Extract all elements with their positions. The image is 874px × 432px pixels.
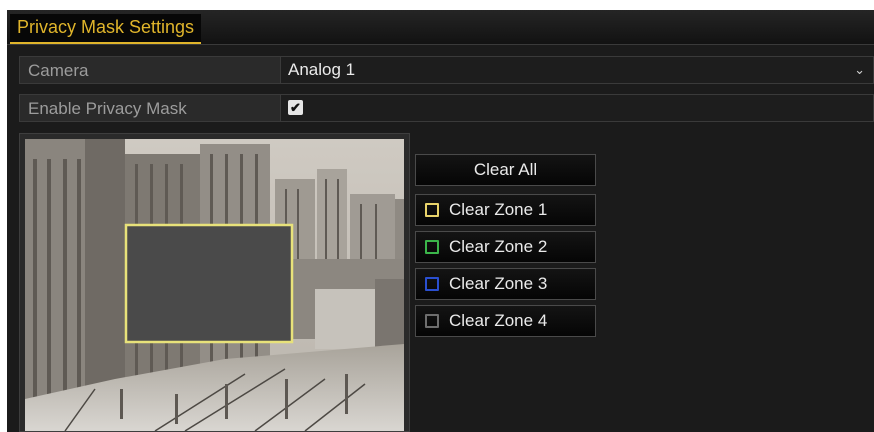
camera-row: Camera Analog 1 ⌄ [19,56,874,84]
enable-privacy-mask-row: Enable Privacy Mask ✔ [19,94,874,122]
camera-preview[interactable] [25,139,404,431]
clear-zone-4-button[interactable]: Clear Zone 4 [415,305,596,337]
clear-zone-2-label: Clear Zone 2 [449,237,548,256]
enable-privacy-mask-label: Enable Privacy Mask [28,99,187,118]
page-title-tab[interactable]: Privacy Mask Settings [10,14,202,44]
enable-privacy-mask-cell: ✔ [280,95,873,121]
zone-1-color-swatch [425,203,439,217]
chevron-down-icon[interactable]: ⌄ [854,57,865,83]
camera-label: Camera [28,61,89,80]
camera-preview-image [25,139,404,431]
clear-zone-3-label: Clear Zone 3 [449,274,548,293]
title-bar: Privacy Mask Settings [7,10,874,45]
enable-privacy-mask-checkbox[interactable]: ✔ [288,100,303,115]
camera-preview-frame [19,133,410,432]
privacy-mask-zone-1[interactable] [124,223,294,344]
checkmark-icon: ✔ [290,100,301,115]
clear-all-button[interactable]: Clear All [415,154,596,186]
clear-zone-1-label: Clear Zone 1 [449,200,548,219]
clear-zone-1-button[interactable]: Clear Zone 1 [415,194,596,226]
zone-3-color-swatch [425,277,439,291]
clear-zone-2-button[interactable]: Clear Zone 2 [415,231,596,263]
zone-2-color-swatch [425,240,439,254]
privacy-mask-settings-window: Privacy Mask Settings Camera Analog 1 ⌄ … [7,10,874,432]
clear-zone-3-button[interactable]: Clear Zone 3 [415,268,596,300]
zone-4-color-swatch [425,314,439,328]
camera-select-value: Analog 1 [288,60,356,79]
camera-select[interactable]: Analog 1 ⌄ [280,57,873,83]
clear-zone-4-label: Clear Zone 4 [449,311,548,330]
